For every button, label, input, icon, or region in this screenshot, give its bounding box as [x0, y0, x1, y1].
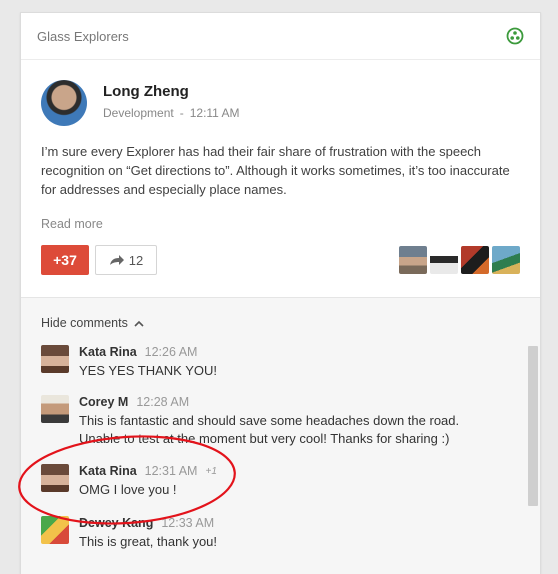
commenter-name[interactable]: Kata Rina [79, 345, 137, 359]
commenter-name[interactable]: Kata Rina [79, 464, 137, 478]
comment-time[interactable]: 12:28 AM [136, 395, 189, 409]
share-button[interactable]: 12 [95, 245, 157, 275]
author-avatar[interactable] [41, 80, 87, 126]
comment-plus-one[interactable]: +1 [205, 466, 216, 477]
share-count: 12 [128, 252, 144, 268]
comments-scrollbar[interactable] [528, 346, 538, 506]
post-category[interactable]: Development [103, 106, 174, 120]
sharer-avatars [399, 246, 520, 274]
comments-section: Hide comments Kata Rina 12:26 AM YES YES… [21, 297, 540, 574]
share-arrow-icon [109, 255, 124, 265]
comment-item: Kata Rina 12:26 AM YES YES THANK YOU! [41, 345, 501, 380]
comment-text: YES YES THANK YOU! [79, 363, 217, 378]
comment-time[interactable]: 12:33 AM [161, 516, 214, 530]
read-more-link[interactable]: Read more [21, 199, 540, 231]
comment-item: Corey M 12:28 AM This is fantastic and s… [41, 395, 501, 448]
card-header: Glass Explorers [21, 13, 540, 60]
commenter-avatar[interactable] [41, 395, 69, 423]
post-card: Glass Explorers Long Zheng Development -1… [20, 12, 541, 574]
separator-dot: - [179, 106, 184, 120]
comment-item: Kata Rina 12:31 AM +1 OMG I love you ! [41, 464, 501, 499]
sharer-avatar[interactable] [492, 246, 520, 274]
community-icon[interactable] [506, 27, 524, 45]
commenter-name[interactable]: Dewey Kang [79, 516, 153, 530]
sharer-avatar[interactable] [399, 246, 427, 274]
author-name[interactable]: Long Zheng [103, 83, 240, 100]
comment-text: This is great, thank you! [79, 534, 218, 549]
post-text: I’m sure every Explorer has had their fa… [41, 144, 510, 197]
sharer-avatar[interactable] [430, 246, 458, 274]
commenter-avatar[interactable] [41, 345, 69, 373]
commenter-avatar[interactable] [41, 516, 69, 544]
commenter-avatar[interactable] [41, 464, 69, 492]
post-meta: Development -12:11 AM [103, 106, 240, 120]
comment-time[interactable]: 12:26 AM [145, 345, 198, 359]
comment-text: This is fantastic and should save some h… [79, 413, 460, 446]
chevron-up-icon [134, 320, 144, 327]
hide-comments-label: Hide comments [41, 316, 128, 330]
post-time[interactable]: 12:11 AM [190, 106, 240, 120]
comment-text: OMG I love you ! [79, 482, 177, 497]
author-row: Long Zheng Development -12:11 AM [21, 60, 540, 126]
post-actions: +37 12 [21, 231, 540, 275]
comment-time[interactable]: 12:31 AM [145, 464, 198, 478]
commenter-name[interactable]: Corey M [79, 395, 128, 409]
plus-one-button[interactable]: +37 [41, 245, 89, 275]
community-name[interactable]: Glass Explorers [37, 29, 129, 44]
comment-item: Dewey Kang 12:33 AM This is great, thank… [41, 516, 501, 551]
sharer-avatar[interactable] [461, 246, 489, 274]
hide-comments-toggle[interactable]: Hide comments [41, 316, 144, 330]
